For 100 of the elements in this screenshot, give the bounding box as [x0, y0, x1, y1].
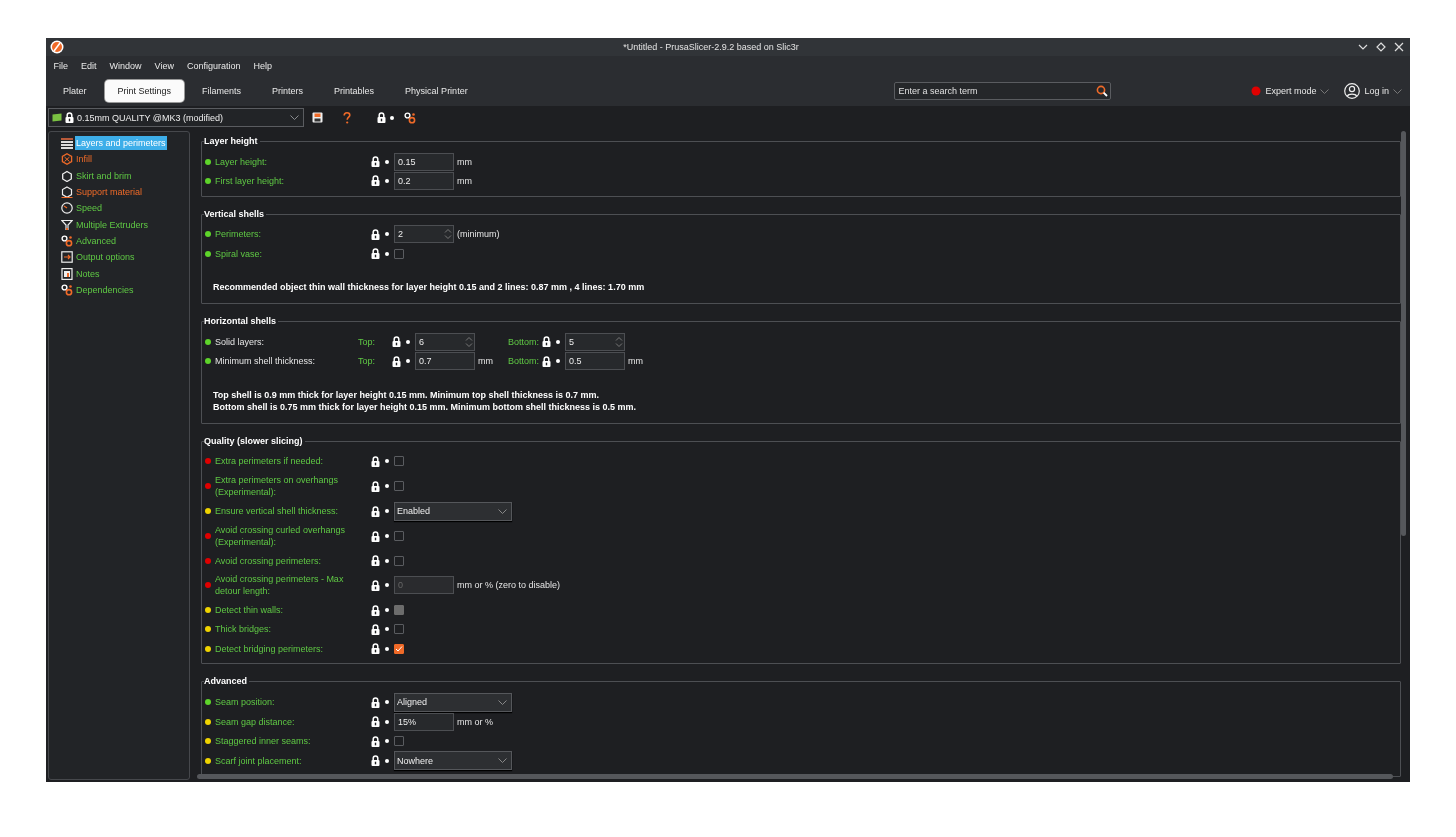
dot-icon	[385, 719, 389, 724]
flag-icon	[52, 112, 62, 123]
spin-field[interactable]: 5	[565, 332, 625, 351]
search-field[interactable]: Enter a search term	[894, 82, 1112, 100]
option-label: Extra perimeters if needed:	[215, 455, 324, 468]
lock-icon	[542, 355, 551, 367]
close-icon[interactable]	[1394, 42, 1404, 52]
input-field[interactable]: 0.7	[415, 352, 475, 371]
dot-icon	[385, 251, 389, 256]
sub-label: Top:	[357, 336, 376, 347]
hexagon-icon	[61, 169, 73, 182]
menu-item[interactable]: Configuration	[180, 61, 247, 71]
sidebar-item[interactable]: Support material	[75, 185, 144, 200]
dropdown[interactable]: Nowhere	[394, 751, 512, 771]
chevron-down-icon	[1320, 88, 1330, 94]
menu-item[interactable]: View	[148, 61, 181, 71]
lock-icon	[371, 175, 380, 187]
checkbox[interactable]	[394, 531, 404, 542]
section-title: Advanced	[204, 676, 248, 688]
sidebar-item[interactable]: Advanced	[75, 233, 118, 248]
info-text: Recommended object thin wall thickness for layer height 0.15 and 2 lines: 0.87 mm , 4 lines: 1.70 mm	[213, 281, 646, 294]
lock-icon	[392, 336, 401, 348]
checkbox[interactable]	[394, 555, 404, 566]
gauge-icon	[61, 202, 73, 215]
save-icon[interactable]	[312, 112, 323, 123]
spin-arrows-icon[interactable]	[465, 335, 473, 348]
menu-item[interactable]: Window	[103, 61, 149, 71]
spin-field[interactable]: 6	[415, 332, 475, 351]
gears-icon	[61, 234, 73, 247]
user-icon	[1344, 83, 1361, 99]
lock-icon	[371, 755, 380, 767]
tab[interactable]: Printables	[321, 80, 388, 102]
tab[interactable]: Filaments	[189, 80, 255, 102]
checkbox[interactable]	[394, 624, 404, 635]
sidebar-item[interactable]: Infill	[75, 152, 93, 167]
menu-item[interactable]: Edit	[74, 61, 104, 71]
input-field[interactable]: 0.5	[565, 352, 625, 371]
lock-icon	[371, 530, 380, 542]
sidebar-item[interactable]: Notes	[75, 266, 101, 281]
maximize-icon[interactable]	[1376, 42, 1386, 52]
input-field[interactable]: 0.15	[394, 152, 454, 171]
sidebar-item[interactable]: Dependencies	[75, 282, 135, 297]
section-title: Quality (slower slicing)	[204, 435, 304, 447]
sub-label: Bottom:	[507, 356, 540, 367]
dot-icon	[385, 627, 389, 632]
tab[interactable]: Plater	[50, 80, 100, 102]
dot-icon	[390, 115, 394, 120]
lock-icon	[392, 355, 401, 367]
sidebar-item[interactable]: Output options	[75, 250, 136, 265]
sidebar-item[interactable]: Multiple Extruders	[75, 217, 150, 232]
dropdown[interactable]: Enabled	[394, 501, 512, 521]
spin-arrows-icon[interactable]	[444, 228, 452, 241]
dot-icon	[385, 484, 389, 489]
lock-icon	[65, 112, 74, 123]
tab[interactable]: Print Settings	[104, 80, 185, 102]
spin-field[interactable]: 2	[394, 225, 454, 244]
export-box-icon	[61, 251, 73, 264]
option-label: Perimeters:	[215, 228, 261, 241]
login-link[interactable]: Log in	[1364, 86, 1389, 96]
minimize-icon[interactable]	[1358, 42, 1368, 52]
gears-icon	[61, 283, 73, 296]
dot-icon	[385, 700, 389, 705]
section-title: Layer height	[204, 136, 259, 147]
preset-dropdown[interactable]: 0.15mm QUALITY @MK3 (modified)	[48, 108, 304, 127]
checkbox[interactable]	[394, 736, 404, 747]
option-label: Scarf joint placement:	[215, 754, 302, 767]
checkbox[interactable]	[394, 248, 404, 259]
window-title: *Untitled - PrusaSlicer-2.9.2 based on Slic3r	[622, 42, 800, 52]
unit-label: mm or % (zero to disable)	[457, 580, 561, 591]
search-icon	[1096, 85, 1109, 97]
horizontal-scrollbar[interactable]	[197, 774, 1393, 779]
option-label: Layer height:	[215, 155, 268, 168]
lock-icon	[371, 735, 380, 747]
chevron-down-icon	[1393, 88, 1402, 94]
option-label: Detect thin walls:	[215, 604, 284, 616]
menu-item[interactable]: File	[47, 61, 75, 71]
checkbox[interactable]	[394, 643, 404, 654]
question-mark-icon[interactable]	[343, 111, 351, 124]
sidebar-item[interactable]: Skirt and brim	[75, 168, 133, 183]
option-label: Detect bridging perimeters:	[215, 642, 324, 655]
checkbox[interactable]	[394, 481, 404, 492]
tab[interactable]: Physical Printer	[392, 80, 481, 102]
input-field[interactable]: 0.2	[394, 171, 454, 190]
sub-label: Top:	[357, 356, 376, 367]
input-field[interactable]: 15%	[394, 712, 454, 731]
dot-icon	[385, 583, 389, 588]
mode-selector[interactable]: Expert mode	[1265, 86, 1317, 96]
dropdown[interactable]: Aligned	[394, 692, 512, 712]
sidebar-item[interactable]: Speed	[75, 201, 104, 216]
lock-icon	[371, 579, 380, 591]
dot-icon	[385, 232, 389, 237]
spin-arrows-icon[interactable]	[615, 335, 623, 348]
checkbox[interactable]	[394, 456, 404, 467]
lock-icon	[377, 112, 386, 123]
tab[interactable]: Printers	[259, 80, 317, 102]
lock-icon	[542, 336, 551, 348]
menu-item[interactable]: Help	[246, 61, 279, 71]
vertical-scrollbar[interactable]	[1401, 131, 1406, 536]
option-label: Ensure vertical shell thickness:	[215, 505, 339, 518]
dot-icon	[556, 359, 560, 364]
